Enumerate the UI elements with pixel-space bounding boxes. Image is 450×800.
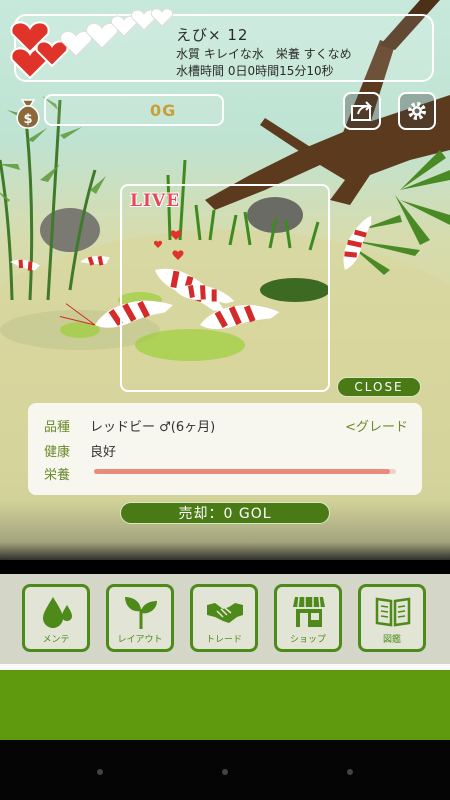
breed-value: レッドビー ♂(6ヶ月) (90, 420, 216, 435)
shop-button[interactable]: ショップ (274, 584, 342, 652)
money-value: 0G (150, 101, 177, 120)
share-button[interactable] (343, 92, 381, 130)
gear-icon (408, 102, 426, 120)
svg-text:$: $ (23, 112, 32, 127)
layout-button[interactable]: レイアウト (106, 584, 174, 652)
maintenance-label: メンテ (42, 635, 70, 645)
heart-icon (10, 8, 174, 80)
nutrition-label: 栄養 (44, 468, 71, 483)
footer-band (0, 670, 450, 740)
shrimp-count: えび× 12 (176, 26, 249, 44)
encyclopedia-button[interactable]: 図鑑 (358, 584, 426, 652)
water-quality-line: 水質 キレイな水 栄養 すくなめ (176, 47, 352, 61)
health-label: 健康 (44, 445, 71, 460)
live-view-frame[interactable] (120, 184, 330, 392)
bottom-menu: メンテ レイアウト トレード ショップ 図鑑 (0, 574, 450, 664)
trade-label: トレード (205, 635, 242, 645)
health-value: 良好 (90, 445, 117, 460)
breed-label: 品種 (44, 420, 71, 435)
money-bag-icon: $ (16, 99, 40, 129)
nav-back-button[interactable] (97, 769, 103, 775)
nav-recent-button[interactable] (347, 769, 353, 775)
grade-link[interactable]: <グレード (345, 416, 408, 435)
nutrition-bar-fill (94, 469, 390, 474)
settings-button[interactable] (398, 92, 436, 130)
system-nav-bar (0, 740, 450, 800)
trade-button[interactable]: トレード (190, 584, 258, 652)
tank-time-line: 水槽時間 0日0時間15分10秒 (176, 64, 334, 78)
handshake-icon (207, 603, 243, 623)
sell-button[interactable]: 売却：0 GOL (120, 502, 330, 524)
share-icon (351, 101, 373, 121)
shop-label: ショップ (289, 635, 326, 645)
close-button[interactable]: CLOSE (337, 377, 421, 397)
sprout-icon (125, 597, 157, 629)
shop-icon (293, 596, 325, 627)
book-icon (375, 597, 411, 627)
maintenance-button[interactable]: メンテ (22, 584, 90, 652)
shrimp-detail-card: 品種 レッドビー ♂(6ヶ月) <グレード 健康 良好 栄養 (28, 403, 422, 495)
water-drops-icon (43, 597, 72, 628)
affection-hearts (10, 8, 174, 80)
live-label: LIVE (130, 191, 181, 211)
money-bar (44, 94, 224, 126)
nutrition-bar (94, 469, 396, 474)
nav-home-button[interactable] (222, 769, 228, 775)
encyclopedia-label: 図鑑 (382, 635, 401, 645)
layout-label: レイアウト (117, 635, 163, 645)
